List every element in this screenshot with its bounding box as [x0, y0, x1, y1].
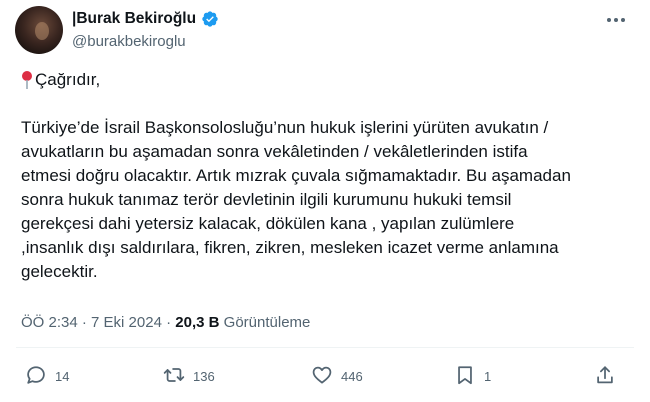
meta-separator: · — [81, 314, 87, 331]
author-handle[interactable]: @burakbekiroglu — [72, 33, 186, 50]
like-button[interactable]: 446 — [311, 364, 363, 389]
action-bar: 14 136 446 1 — [0, 364, 650, 390]
tweet-line: etmesi doğru olacaktır. Artık mızrak çuv… — [21, 166, 571, 185]
verified-badge-icon — [201, 10, 219, 28]
heart-icon — [311, 364, 333, 389]
greeting-text: Çağrıdır, — [35, 70, 101, 89]
tweet-line: avukatların bu aşamadan sonra vekâletind… — [21, 142, 528, 161]
tweet-text: Çağrıdır, Türkiye’de İsrail Başkonsolosl… — [21, 68, 631, 284]
views-label: Görüntüleme — [223, 314, 311, 331]
avatar[interactable] — [15, 6, 63, 54]
meta-separator: · — [166, 314, 172, 331]
view-count: 20,3 B — [175, 314, 220, 331]
tweet-header: |Burak Bekiroğlu @burakbekiroglu — [15, 6, 635, 54]
round-pushpin-icon — [21, 70, 33, 90]
bookmark-count: 1 — [484, 369, 492, 384]
bookmark-icon — [454, 364, 476, 389]
author-name[interactable]: |Burak Bekiroğlu — [72, 10, 196, 28]
more-options-icon[interactable] — [607, 14, 631, 26]
share-icon — [594, 364, 616, 389]
reply-count: 14 — [55, 369, 70, 384]
reply-icon — [25, 364, 47, 389]
share-button[interactable] — [594, 364, 616, 389]
author-name-row: |Burak Bekiroğlu — [72, 10, 219, 28]
tweet-greeting: Çağrıdır, — [21, 68, 631, 92]
like-count: 446 — [341, 369, 363, 384]
tweet-line: ,insanlık dışı saldırılara, fikren, zikr… — [21, 238, 559, 257]
tweet-line: gerekçesi dahi yetersiz kalacak, dökülen… — [21, 214, 515, 233]
repost-icon — [163, 364, 185, 389]
tweet-line: Türkiye’de İsrail Başkonsolosluğu’nun hu… — [21, 118, 549, 137]
repost-button[interactable]: 136 — [163, 364, 215, 389]
tweet-time[interactable]: ÖÖ 2:34 — [21, 314, 78, 331]
tweet-line: sonra hukuk tanımaz terör devletinin ilg… — [21, 190, 512, 209]
tweet-meta: ÖÖ 2:34 · 7 Eki 2024 · 20,3 B Görüntülem… — [21, 314, 310, 331]
divider — [16, 347, 634, 348]
repost-count: 136 — [193, 369, 215, 384]
bookmark-button[interactable]: 1 — [454, 364, 491, 389]
tweet-line: gelecektir. — [21, 262, 98, 281]
reply-button[interactable]: 14 — [25, 364, 69, 389]
tweet-date[interactable]: 7 Eki 2024 — [91, 314, 162, 331]
